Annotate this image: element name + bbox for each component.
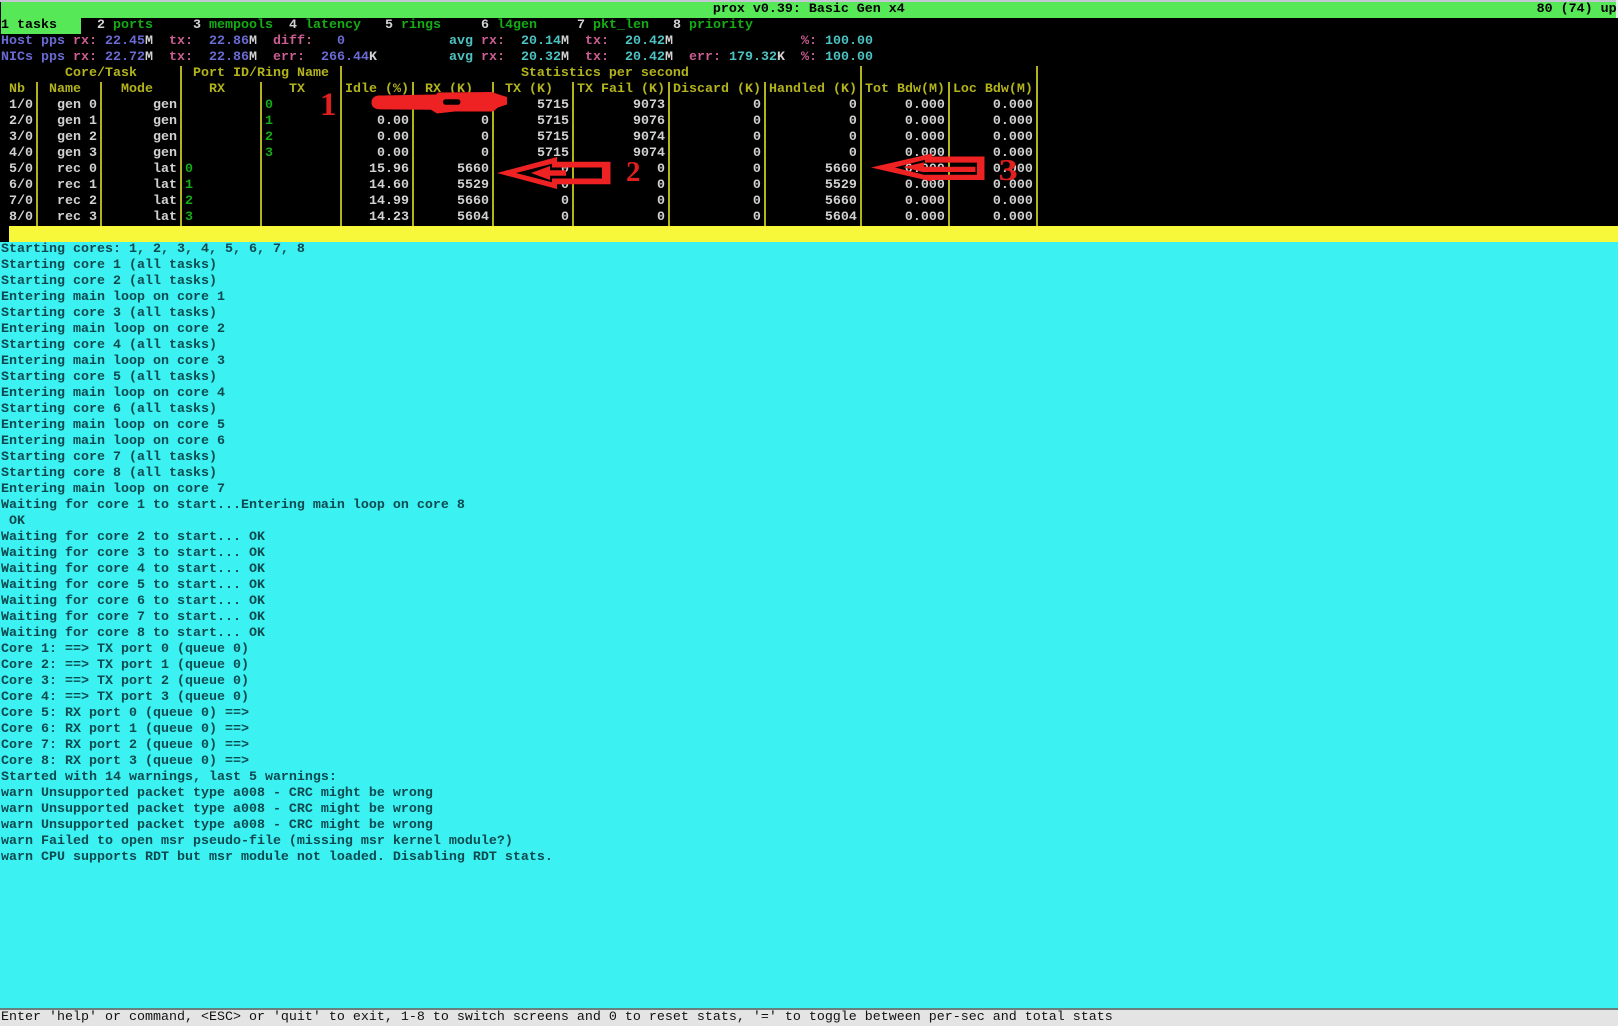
svg-text:1: 1 bbox=[320, 87, 337, 123]
svg-text:3: 3 bbox=[999, 153, 1018, 187]
svg-text:2: 2 bbox=[626, 156, 641, 188]
